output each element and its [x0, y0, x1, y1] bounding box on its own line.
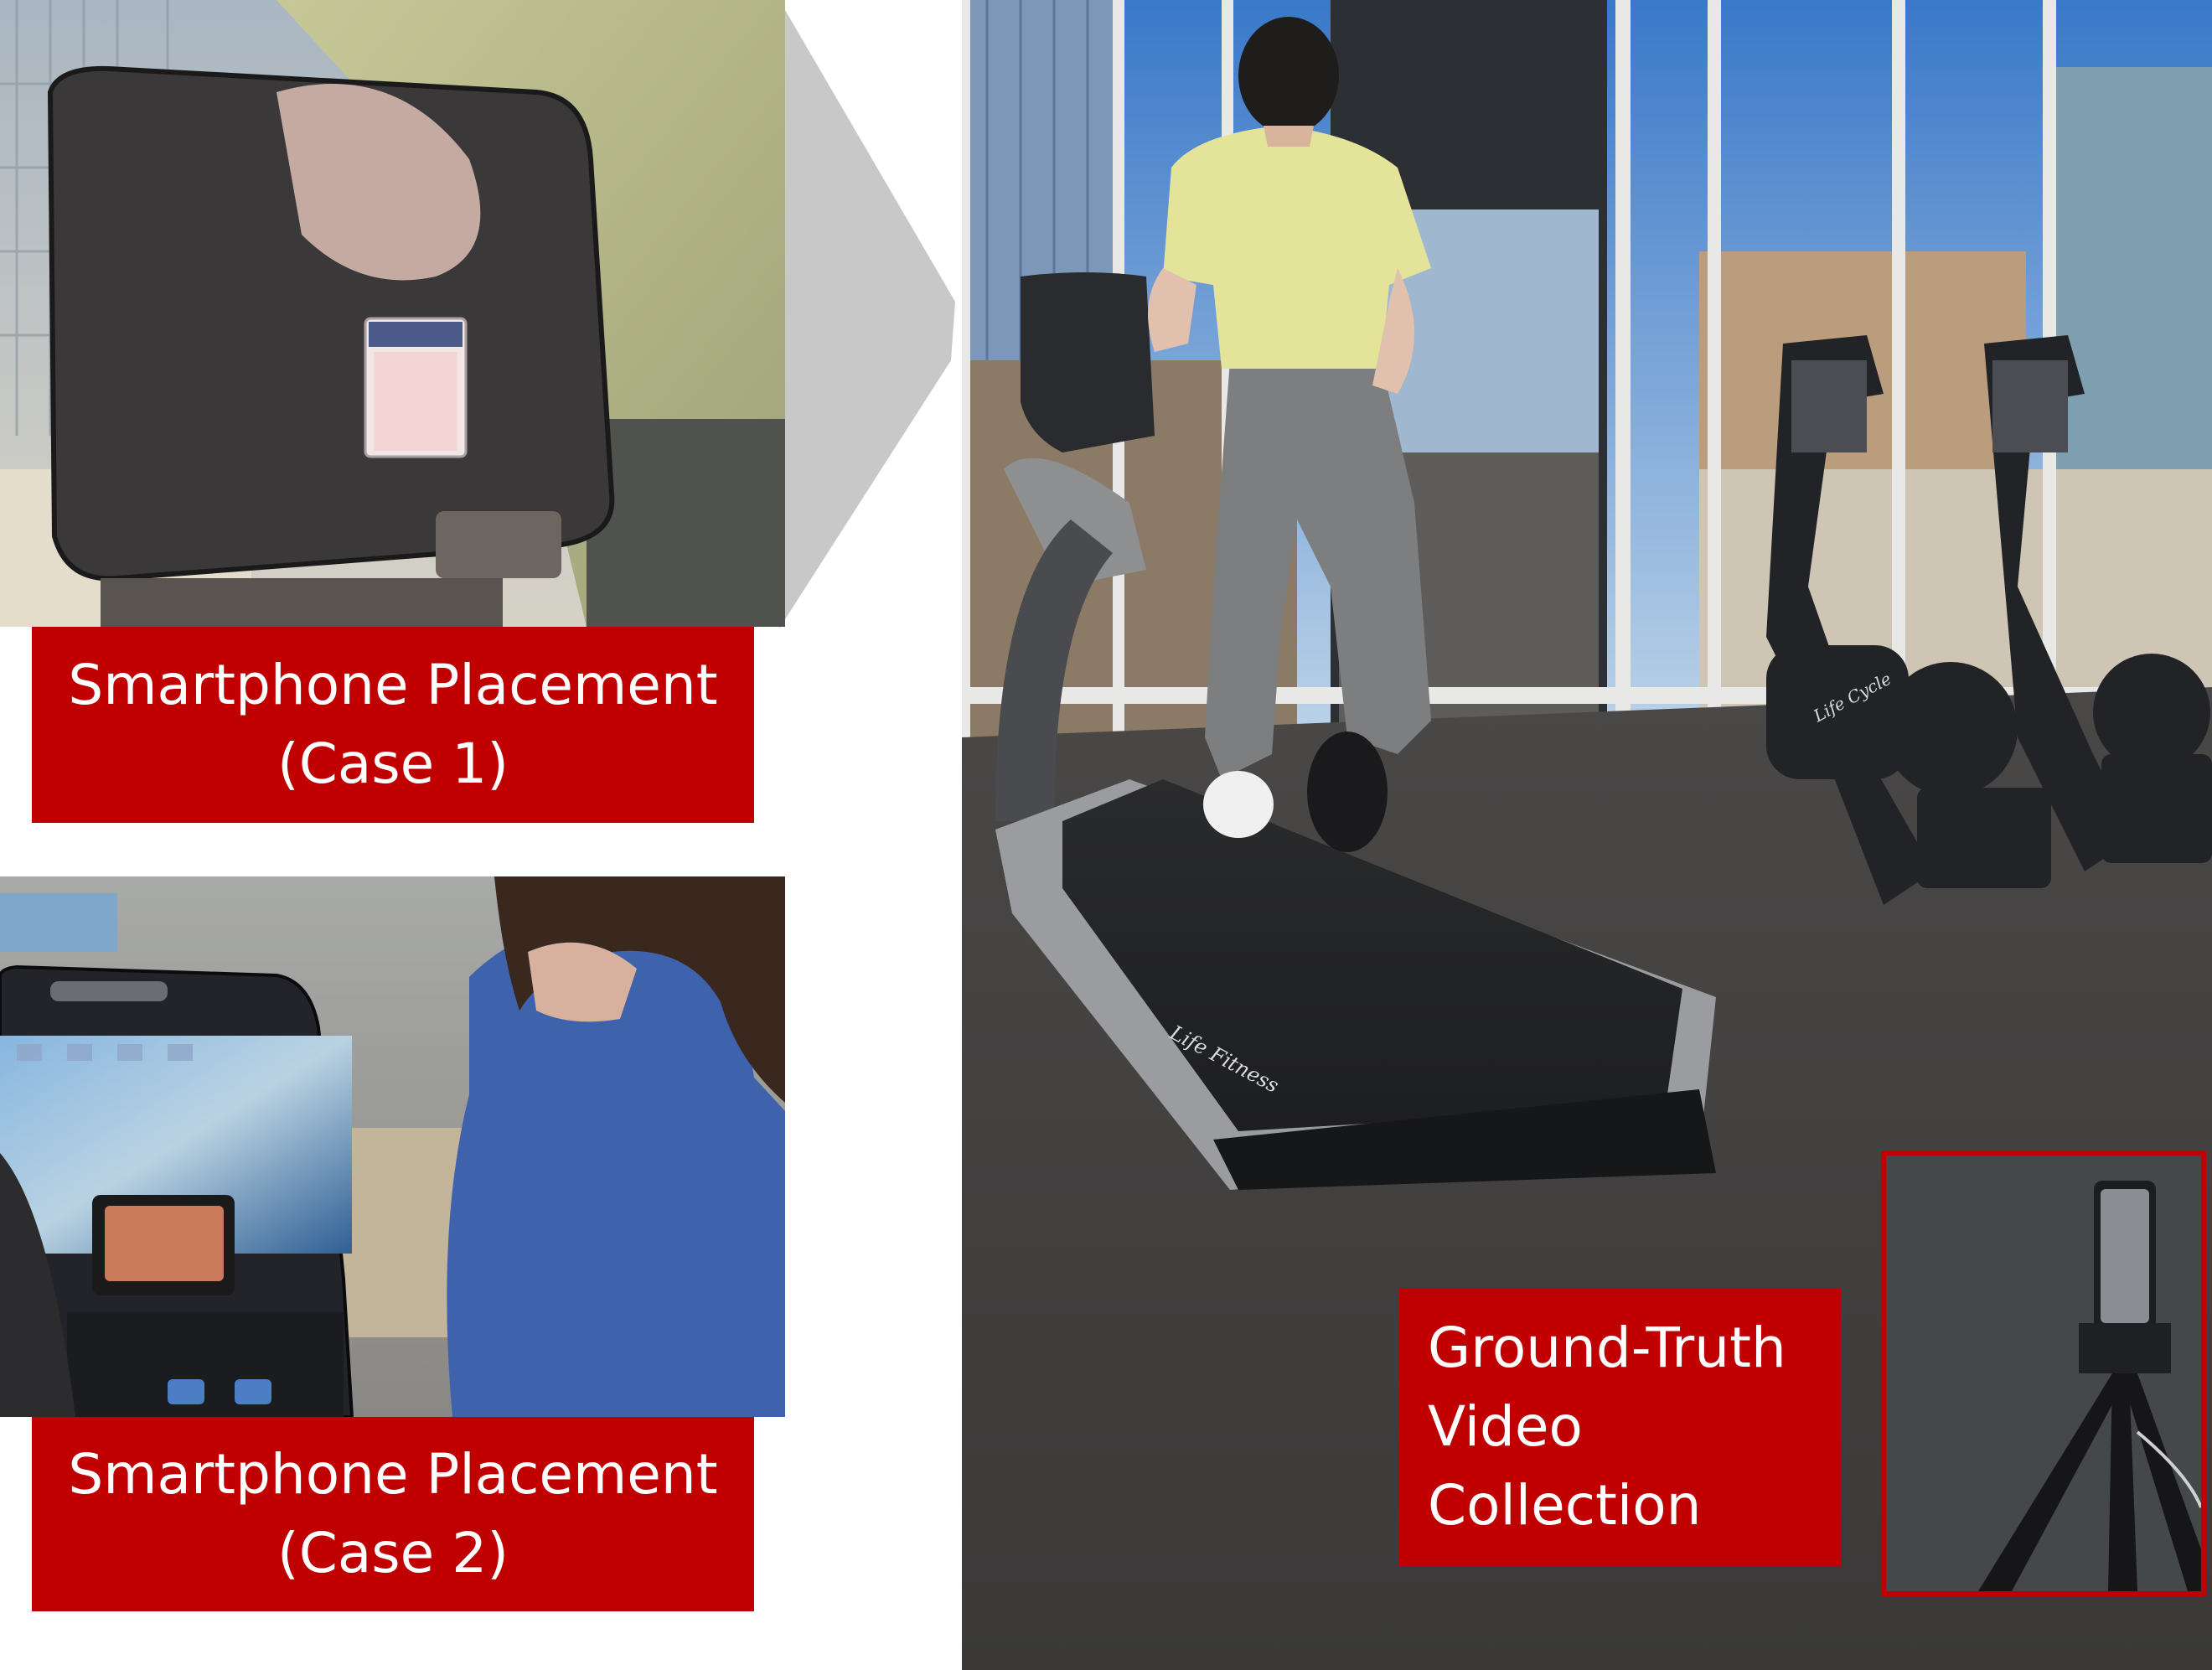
case2-photo [0, 876, 785, 1417]
ground-truth-caption-line2: Video [1428, 1394, 1583, 1460]
case2-caption-line2: (Case 2) [277, 1521, 509, 1585]
ground-truth-caption: Ground-Truth Video Collection [1399, 1288, 1841, 1566]
case2-caption-line1: Smartphone Placement [68, 1442, 718, 1507]
case1-caption-line1: Smartphone Placement [68, 653, 718, 718]
tripod-highlight-box [1881, 1150, 2206, 1596]
case1-caption-line2: (Case 1) [277, 732, 509, 796]
case1-photo [0, 0, 785, 627]
ground-truth-caption-line3: Collection [1428, 1472, 1702, 1538]
zoom-wedge-icon [779, 0, 955, 628]
case2-caption: Smartphone Placement (Case 2) [32, 1417, 754, 1611]
case1-caption: Smartphone Placement (Case 1) [32, 627, 754, 823]
ground-truth-caption-line1: Ground-Truth [1428, 1316, 1786, 1381]
